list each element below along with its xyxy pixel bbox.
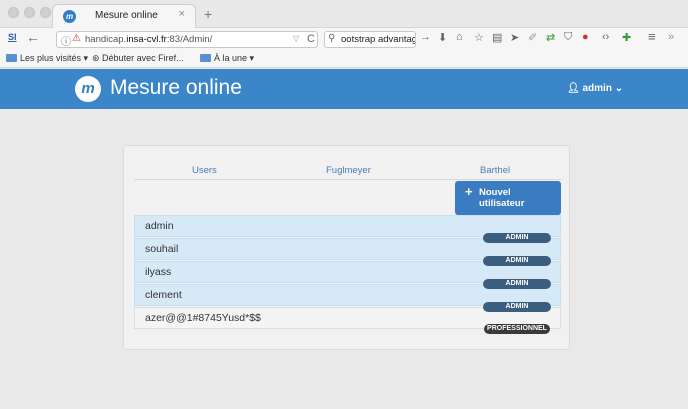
user-menu[interactable]: 👤︎ admin ⌄ [567,83,623,94]
role-badge: ADMIN [483,233,551,243]
url-prefix: handicap. [85,34,127,45]
download-icon[interactable]: ⬇ [438,31,447,44]
home-icon[interactable]: ⌂ [456,31,463,43]
tab-close-icon[interactable]: × [179,8,185,20]
tab-title: Mesure online [95,10,158,21]
extension-puzzle-icon[interactable]: ✚ [622,31,631,44]
extension-icon[interactable]: SI [8,32,17,42]
menu-icon[interactable]: ≡ [648,29,656,44]
users-panel: Users Fuglmeyer Barthel + Nouvel utilisa… [123,145,570,350]
close-window-button[interactable] [8,7,19,18]
overflow-icon[interactable]: » [668,31,674,43]
folder-icon [200,54,211,62]
browser-tab[interactable]: m Mesure online × [52,4,196,28]
addon-icon[interactable]: ● [582,31,589,43]
panel-tabs: Users Fuglmeyer Barthel [134,146,561,180]
search-icon: ⚲ [328,33,336,44]
bookmark-star-icon[interactable]: ☆ [474,31,484,44]
add-user-button[interactable]: + Nouvel utilisateur [455,181,561,215]
role-badge: ADMIN [483,302,551,312]
bookmark-most-visited[interactable]: Les plus visités ▾ [6,53,88,64]
user-name: azer@@1#8745Yusd*$$ [145,312,261,324]
back-arrow-icon[interactable]: ← [26,29,40,45]
app-title[interactable]: Mesure online [110,76,242,100]
shield-icon[interactable]: ⛉ [564,31,572,44]
sync-icon[interactable]: ⇄ [546,31,555,44]
reload-icon[interactable]: C [307,33,315,45]
tab-users[interactable]: Users [192,165,217,176]
info-icon[interactable]: ⓘ [61,33,71,48]
bookmark-getting-started[interactable]: ⊛ Débuter avec Firef... [92,53,184,64]
chevron-down-icon: ⌄ [611,83,624,94]
role-badge: ADMIN [483,279,551,289]
user-icon: 👤︎ [567,83,583,94]
tab-barthel[interactable]: Barthel [480,165,510,176]
user-name: admin [145,220,174,232]
app-header: m Mesure online 👤︎ admin ⌄ [0,69,688,109]
user-name: clement [145,289,182,301]
browser-navbar: SI ← ⓘ ⚠ handicap.insa-cvl.fr:83/Admin/ … [0,28,688,50]
url-domain: insa-cvl.fr [126,34,167,45]
search-go-icon[interactable]: → [420,31,431,43]
dropdown-icon[interactable]: ▽ [293,34,299,43]
tab-fuglmeyer[interactable]: Fuglmeyer [326,165,371,176]
pocket-icon[interactable]: ✐ [528,31,537,44]
maximize-window-button[interactable] [40,7,51,18]
role-badge: PROFESSIONNEL [484,324,550,334]
folder-icon [6,54,17,62]
role-badge: ADMIN [483,256,551,266]
site-favicon-icon: m [63,10,76,23]
new-tab-button[interactable]: + [204,6,212,22]
bookmarks-bar: Les plus visités ▾ ⊛ Débuter avec Firef.… [0,50,688,68]
user-name: ilyass [145,266,172,278]
devtools-icon[interactable]: ‹› [602,31,609,43]
app-logo[interactable]: m [75,76,101,102]
url-suffix: :83/Admin/ [166,34,213,45]
send-icon[interactable]: ➤ [510,31,519,44]
user-name: souhail [145,243,179,255]
minimize-window-button[interactable] [24,7,35,18]
browser-titlebar: m Mesure online × + [0,0,688,28]
reader-icon[interactable]: ▤ [492,31,502,44]
plus-icon: + [465,184,473,199]
insecure-lock-icon: ⚠ [72,33,81,44]
search-field[interactable]: ⚲ ootstrap advantages [324,31,416,48]
firefox-icon: ⊛ [92,53,103,63]
url-bar[interactable]: ⓘ ⚠ handicap.insa-cvl.fr:83/Admin/ ▽ C [56,31,318,48]
search-text: ootstrap advantages [341,34,415,45]
bookmark-headlines[interactable]: À la une ▾ [200,53,254,64]
